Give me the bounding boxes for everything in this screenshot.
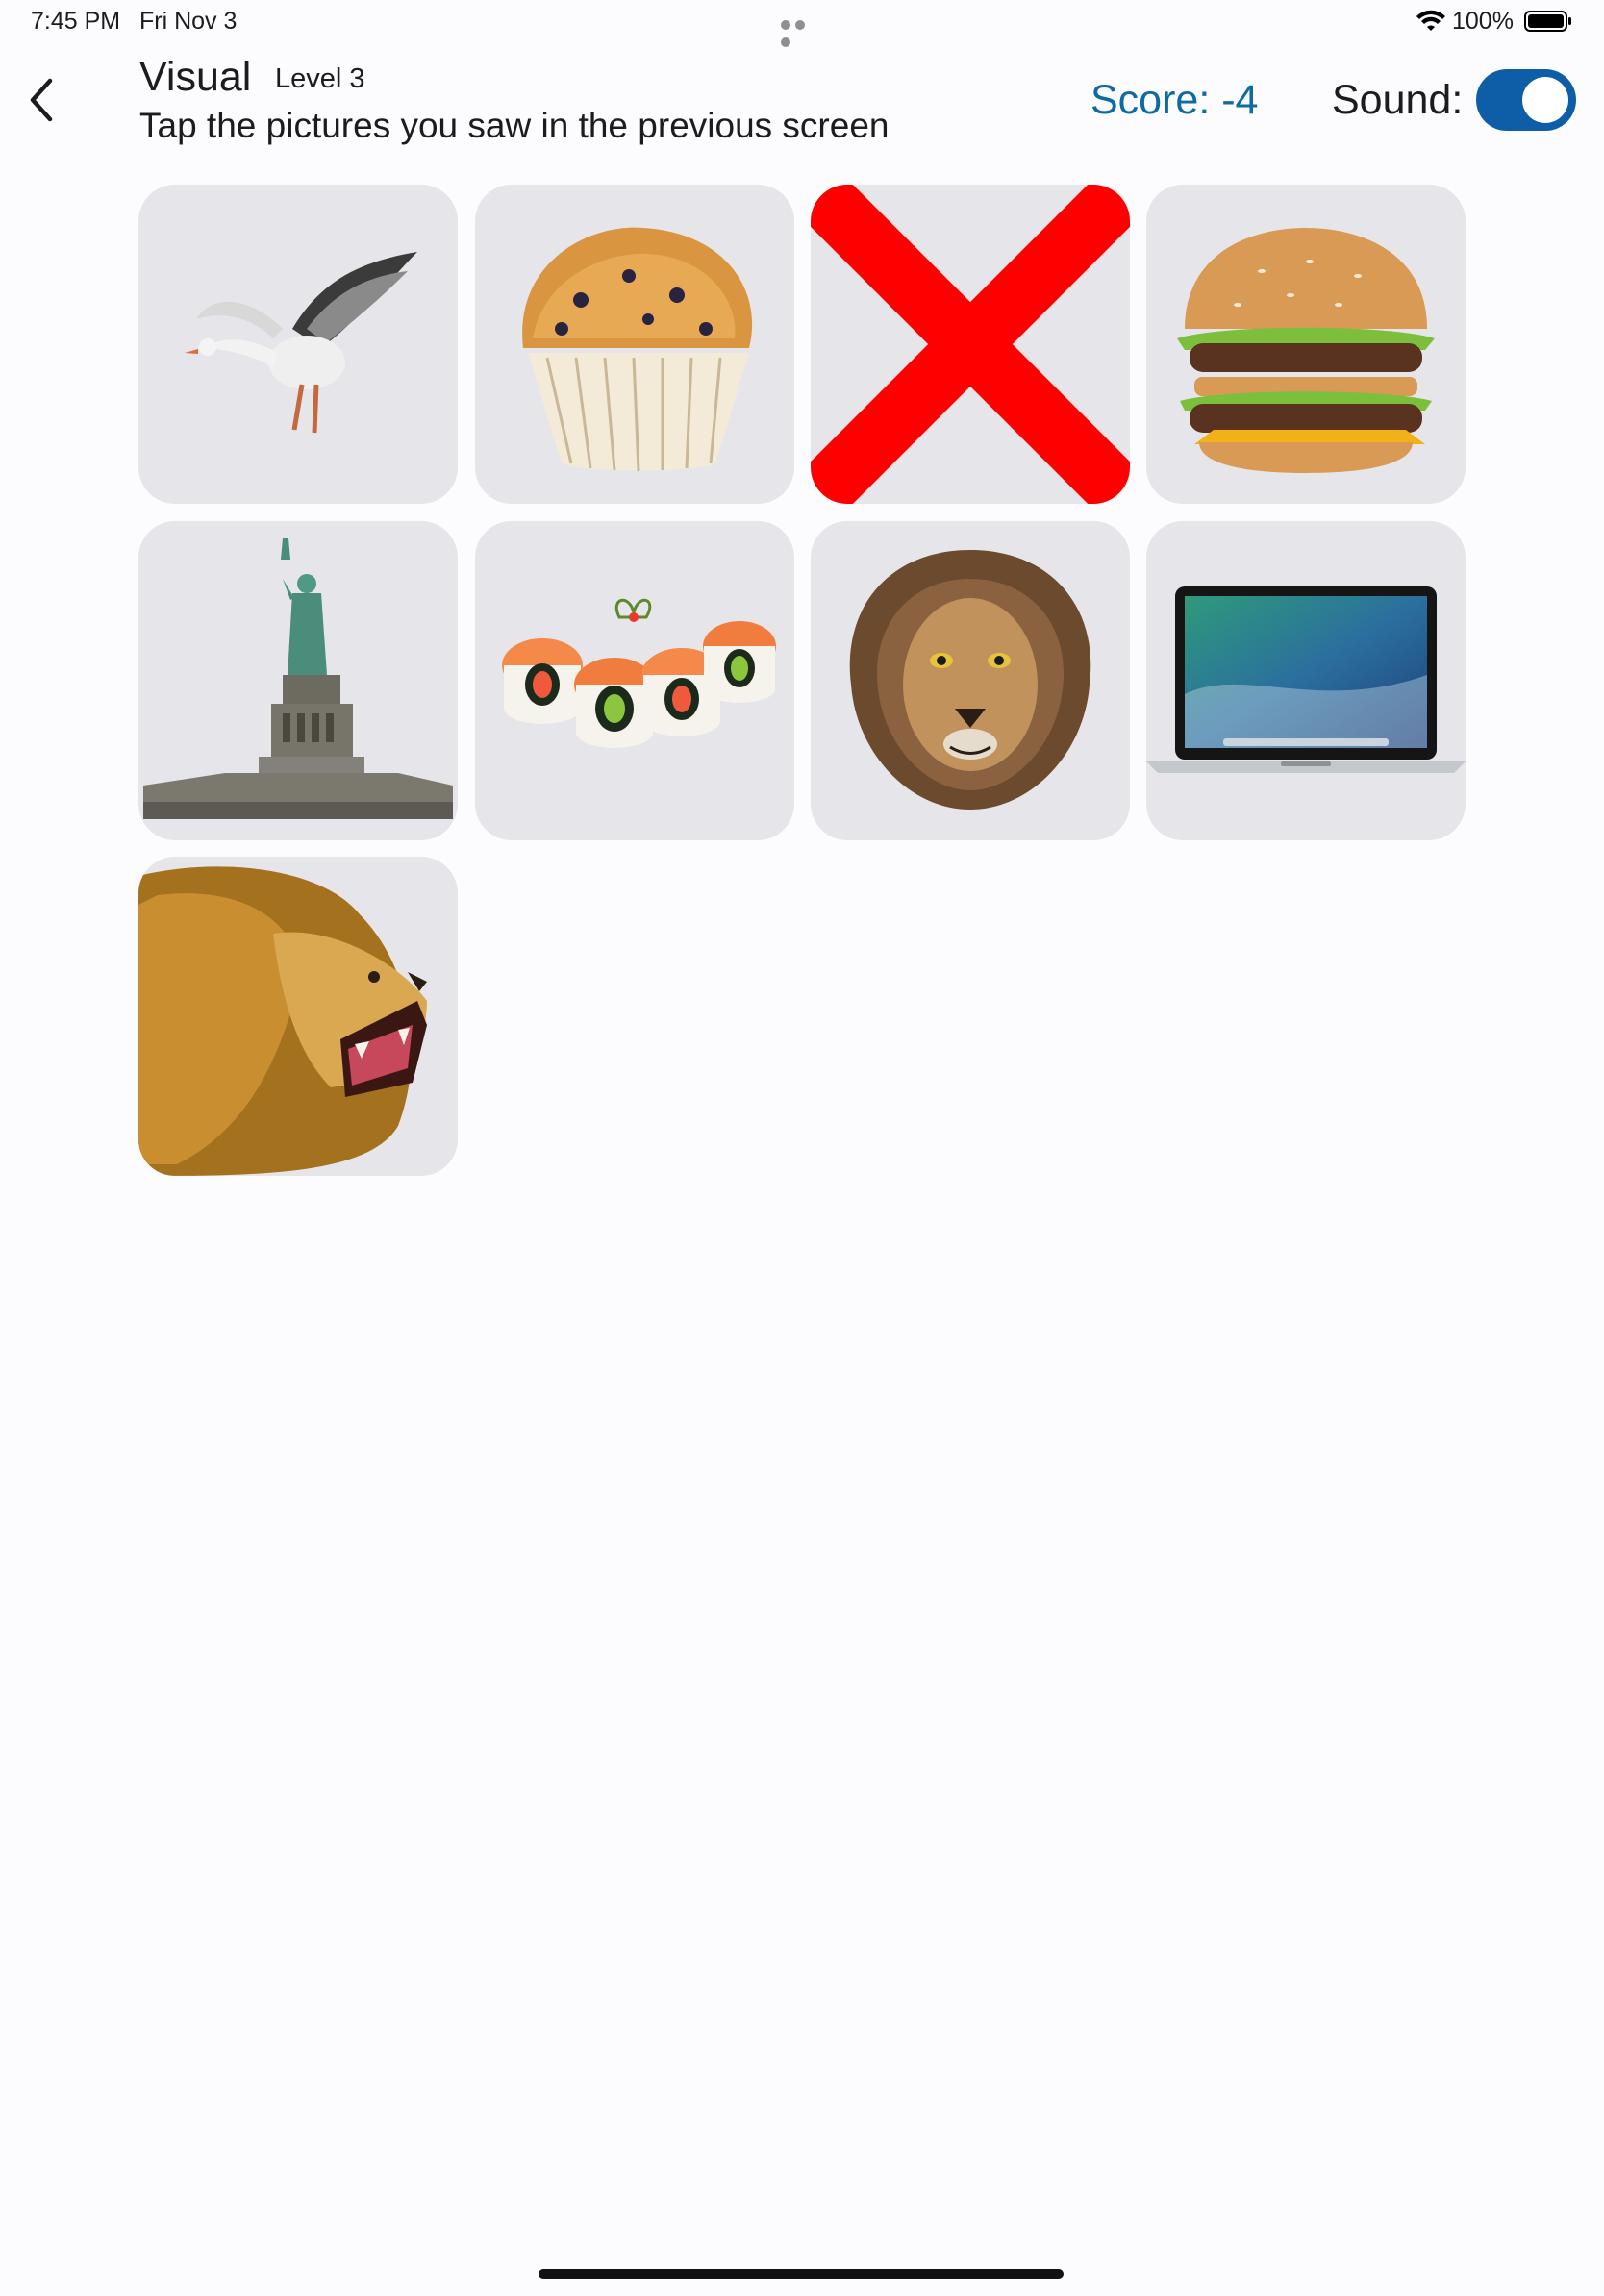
status-time: 7:45 PM [31, 8, 121, 35]
laptop-icon [1146, 586, 1466, 773]
picture-tile-statue[interactable] [138, 521, 458, 840]
picture-tile-laptop[interactable] [1146, 521, 1466, 840]
lion-head-icon [849, 550, 1091, 810]
chevron-left-icon [30, 78, 53, 122]
wrong-x-icon [811, 185, 1130, 504]
back-button[interactable] [21, 73, 62, 127]
wifi-icon [1416, 10, 1445, 31]
statue-of-liberty-icon [143, 538, 453, 819]
picture-tile-roaring-lion[interactable] [138, 857, 458, 1176]
battery-percent: 100% [1452, 8, 1514, 35]
sound-toggle[interactable] [1476, 69, 1576, 131]
score-label: Score: -4 [1090, 77, 1259, 123]
picture-tile-lion-head[interactable] [811, 521, 1130, 840]
roaring-lion-icon [138, 866, 427, 1176]
picture-tile-muffin[interactable] [475, 185, 794, 504]
sound-label: Sound: [1332, 77, 1464, 123]
muffin-icon [522, 227, 753, 472]
status-date: Fri Nov 3 [139, 8, 238, 35]
home-indicator[interactable] [539, 2269, 1064, 2279]
instruction-text: Tap the pictures you saw in the previous… [139, 106, 890, 145]
picture-tile-hamburger[interactable] [1146, 185, 1466, 504]
picture-tile-wrong[interactable] [811, 185, 1130, 504]
toggle-knob [1522, 77, 1568, 123]
multitasking-dots-icon[interactable] [781, 17, 823, 47]
battery-icon [1524, 11, 1571, 32]
picture-tile-sushi[interactable] [475, 521, 794, 840]
page-title: Visual [139, 54, 252, 100]
sushi-rolls-icon [502, 598, 776, 748]
picture-tile-goose[interactable] [138, 185, 458, 504]
hamburger-icon [1177, 228, 1435, 473]
goose-icon [185, 252, 417, 434]
level-label: Level 3 [275, 63, 365, 94]
